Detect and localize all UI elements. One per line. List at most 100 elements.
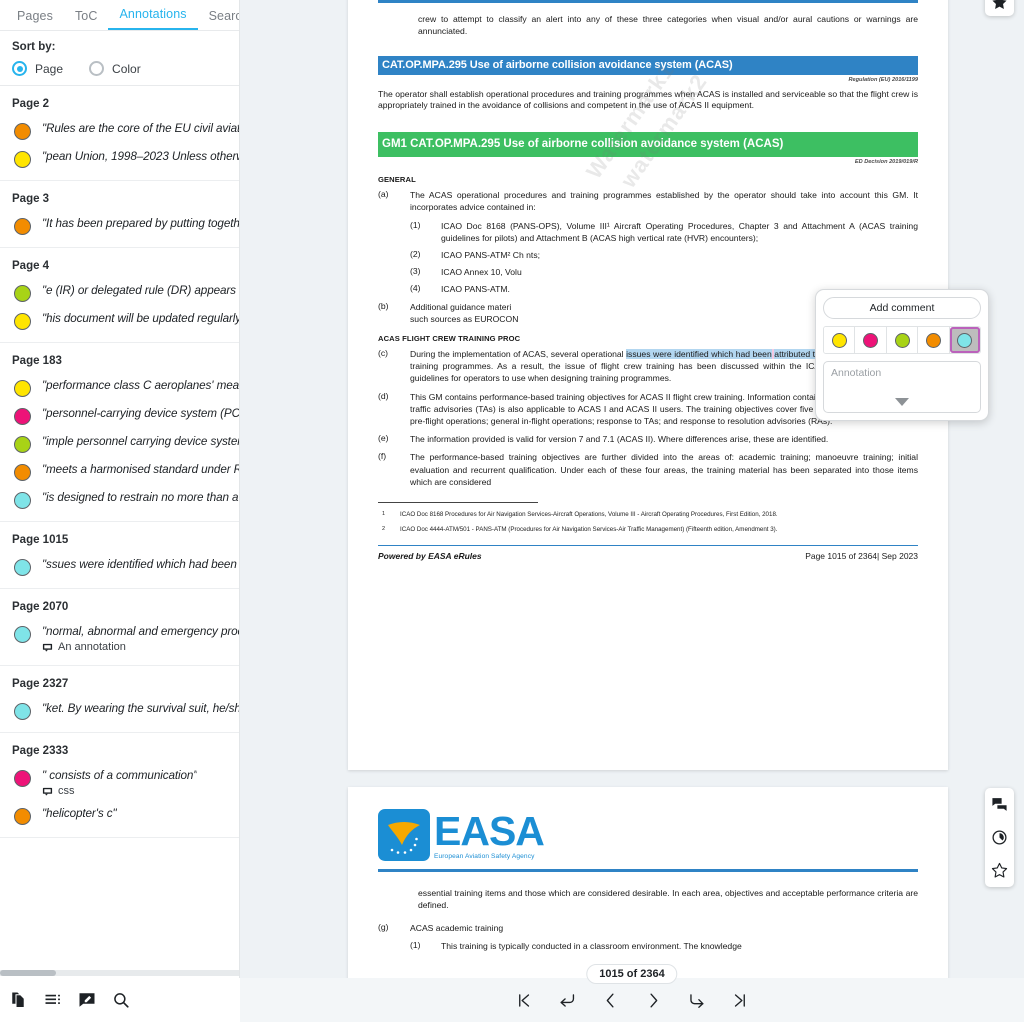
annotation-page-group: Page 183 "performance class C aeroplanes'… <box>0 343 239 522</box>
star-outline-icon[interactable] <box>991 862 1008 879</box>
annotation-page-group: Page 3 "It has been prepared by putting t… <box>0 181 239 248</box>
item-a-3-marker: (3) <box>410 266 421 277</box>
tab-search[interactable]: Search <box>198 5 239 30</box>
color-swatch-selected[interactable] <box>949 327 980 353</box>
pdf-page-1016[interactable]: EASA European Aviation Safety Agency ess… <box>348 787 948 978</box>
annotation-quote: "pean Union, 1998–2023 Unless otherwis <box>42 150 239 163</box>
annotation-list-item[interactable]: "helicopter's c" <box>0 802 239 830</box>
item-g-1-marker: (1) <box>410 939 421 950</box>
annotation-quote: "helicopter's c" <box>42 807 117 820</box>
footnote-divider <box>378 502 538 504</box>
progress-circle-icon[interactable] <box>991 829 1008 846</box>
annotation-list-item[interactable]: "It has been prepared by putting togethe <box>0 212 239 240</box>
floating-tools-panel[interactable] <box>985 788 1014 887</box>
pages-icon[interactable] <box>10 991 28 1009</box>
annotation-color-dot <box>14 313 31 330</box>
sort-option-page[interactable]: Page <box>12 61 63 76</box>
annotation-page-group: Page 2333 " consists of a communication" c… <box>0 733 239 838</box>
annotations-icon[interactable] <box>78 991 96 1009</box>
easa-wordmark: EASA <box>434 808 545 855</box>
first-page-icon[interactable] <box>515 991 534 1010</box>
sort-controls: Sort by: Page Color <box>0 31 239 86</box>
sort-option-page-label: Page <box>35 61 64 76</box>
easa-subtitle: European Aviation Safety Agency <box>434 853 535 861</box>
previous-page-icon[interactable] <box>601 991 620 1010</box>
next-page-icon[interactable] <box>644 991 663 1010</box>
item-a-2: (2) ICAO PANS-ATM² Ch nts; <box>410 249 918 261</box>
annotation-quote: "meets a harmonised standard under Reg <box>42 463 239 476</box>
annotation-list-item[interactable]: "his document will be updated regularly … <box>0 307 239 335</box>
add-comment-button[interactable]: Add comment <box>823 297 981 319</box>
star-filled-icon[interactable] <box>991 0 1008 11</box>
green-section-header: GM1 CAT.OP.MPA.295 Use of airborne colli… <box>378 132 918 158</box>
color-swatch[interactable] <box>886 327 919 353</box>
sidebar-tool-buttons <box>0 978 240 1022</box>
annotation-list-item[interactable]: "performance class C aeroplanes' means <box>0 374 239 402</box>
comment-icon[interactable] <box>991 796 1008 813</box>
document-viewport[interactable]: crew to attempt to classify an alert int… <box>240 0 1024 978</box>
annotation-list-item[interactable]: "ket. By wearing the survival suit, he/s… <box>0 697 239 725</box>
back-jump-icon[interactable] <box>558 991 577 1010</box>
annotation-color-dot <box>14 703 31 720</box>
annotation-item-body: " consists of a communication" css <box>42 769 197 797</box>
tab-annotations[interactable]: Annotations <box>108 3 198 30</box>
annotation-list[interactable]: Page 2 "Rules are the core of the EU civi… <box>0 86 239 978</box>
color-swatch[interactable] <box>918 327 950 353</box>
annotation-color-dot <box>14 380 31 397</box>
last-page-icon[interactable] <box>730 991 749 1010</box>
annotation-quote: "imple personnel carrying device system <box>42 435 239 448</box>
sidebar-scrollbar-track[interactable] <box>0 970 239 976</box>
radio-selected-icon <box>12 61 27 76</box>
annotation-list-item[interactable]: "ssues were identified which had been at <box>0 553 239 581</box>
note-icon <box>42 642 53 653</box>
item-c-pre: During the implementation of ACAS, sever… <box>410 349 627 360</box>
top-paragraph: crew to attempt to classify an alert int… <box>418 14 918 36</box>
floating-bookmark-panel[interactable] <box>985 0 1014 16</box>
footnote-1-text: ICAO Doc 8168 Procedures for Air Navigat… <box>400 511 778 519</box>
color-swatch[interactable] <box>855 327 887 353</box>
footnote-2-marker: 2 <box>382 526 386 533</box>
page-footer-rule <box>378 544 918 547</box>
sidebar-scrollbar-thumb[interactable] <box>0 970 56 976</box>
blue-section-body: The operator shall establish operational… <box>378 88 918 111</box>
annotation-list-item[interactable]: "imple personnel carrying device system <box>0 430 239 458</box>
item-g-text: ACAS academic training <box>410 922 504 933</box>
annotation-color-dot <box>14 626 31 643</box>
search-icon[interactable] <box>112 991 130 1009</box>
annotation-list-item[interactable]: " consists of a communication" css <box>0 764 239 802</box>
item-a-marker: (a) <box>378 189 389 200</box>
page-indicator[interactable]: 1015 of 2364 <box>586 964 678 984</box>
annotation-list-item[interactable]: "e (IR) or delegated rule (DR) appears f… <box>0 279 239 307</box>
footnote-2: 2 ICAO Doc 4444-ATM/501 - PANS-ATM (Proc… <box>378 526 918 534</box>
sort-option-color[interactable]: Color <box>89 61 141 76</box>
item-e-text: The information provided is valid for ve… <box>410 434 829 445</box>
easa-bird-icon <box>378 809 430 861</box>
annotation-list-item[interactable]: "meets a harmonised standard under Reg <box>0 458 239 486</box>
tab-pages[interactable]: Pages <box>6 5 64 30</box>
annotation-list-item[interactable]: "personnel-carrying device system (PCD <box>0 402 239 430</box>
annotation-item-body: "is designed to restrain no more than a … <box>42 491 239 504</box>
annotation-item-body: "imple personnel carrying device system <box>42 435 239 448</box>
footnote-2-text: ICAO Doc 4444-ATM/501 - PANS-ATM (Proced… <box>400 526 778 534</box>
annotation-list-item[interactable]: "is designed to restrain no more than a … <box>0 486 239 514</box>
color-swatch-row[interactable] <box>823 326 981 354</box>
toc-icon[interactable] <box>44 991 62 1009</box>
tab-toc[interactable]: ToC <box>64 5 109 30</box>
annotation-item-body: "personnel-carrying device system (PCD <box>42 407 239 420</box>
annotation-color-dot <box>14 123 31 140</box>
sort-option-color-label: Color <box>112 61 141 76</box>
forward-jump-icon[interactable] <box>687 991 706 1010</box>
color-swatch[interactable] <box>824 327 856 353</box>
annotation-group-page-label: Page 1015 <box>12 534 69 546</box>
annotation-group-page-label: Page 4 <box>12 260 50 272</box>
annotation-item-body: "helicopter's c" <box>42 807 117 820</box>
annotation-item-body: "ssues were identified which had been at <box>42 558 239 571</box>
highlighted-text-1[interactable]: issues were identified which had been <box>626 349 772 360</box>
sort-by-label: Sort by: <box>12 41 56 53</box>
annotation-list-item[interactable]: "pean Union, 1998–2023 Unless otherwis <box>0 145 239 173</box>
item-e: (e) The information provided is valid fo… <box>378 433 918 445</box>
footer-powered-by: Powered by EASA eRules <box>378 551 482 562</box>
annotation-list-item[interactable]: "Rules are the core of the EU civil avia… <box>0 117 239 145</box>
annotation-list-item[interactable]: "normal, abnormal and emergency proce An … <box>0 620 239 658</box>
swatch-dot <box>925 332 941 348</box>
